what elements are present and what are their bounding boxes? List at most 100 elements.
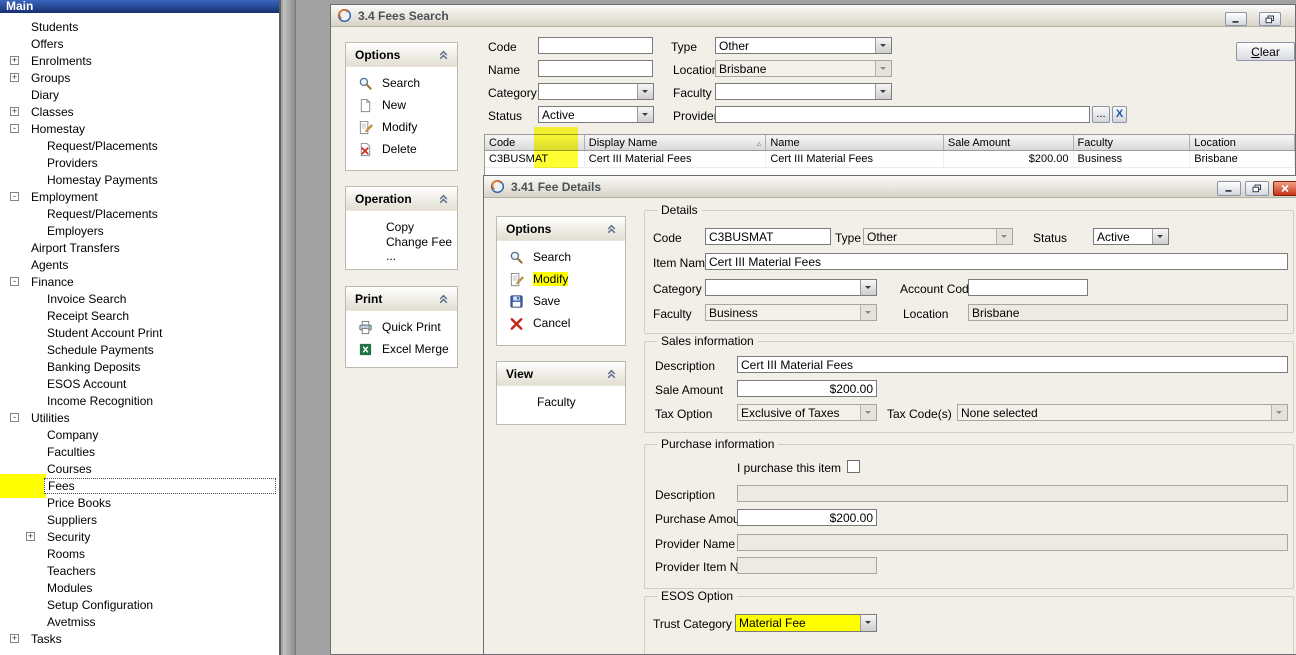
tax-option-select[interactable]: Exclusive of Taxes [737, 404, 877, 421]
grid-header-code[interactable]: Code [485, 135, 585, 150]
tree-item-finance[interactable]: -Finance [0, 273, 279, 290]
tree-item-schedule-payments[interactable]: Schedule Payments [0, 341, 279, 358]
options-panel-header[interactable]: Options [497, 217, 625, 241]
tree-item-receipt-search[interactable]: Receipt Search [0, 307, 279, 324]
tree-item-request-placements[interactable]: Request/Placements [0, 205, 279, 222]
tree-item-classes[interactable]: +Classes [0, 103, 279, 120]
tree-item-tasks[interactable]: +Tasks [0, 630, 279, 647]
provider-browse-button[interactable]: ... [1092, 106, 1110, 123]
tree-item-suppliers[interactable]: Suppliers [0, 511, 279, 528]
search-button[interactable]: Search [346, 72, 457, 94]
fee-details-titlebar[interactable]: 3.41 Fee Details [484, 176, 1296, 198]
provider-filter-input[interactable] [715, 106, 1090, 123]
new-button[interactable]: New [346, 94, 457, 116]
tree-item-banking-deposits[interactable]: Banking Deposits [0, 358, 279, 375]
tree-item-offers[interactable]: Offers [0, 35, 279, 52]
expand-icon[interactable]: + [10, 107, 19, 116]
grid-header-faculty[interactable]: Faculty [1074, 135, 1191, 150]
category-filter-select[interactable] [538, 83, 654, 100]
provider-clear-button[interactable]: X [1112, 106, 1127, 123]
chevron-down-icon[interactable] [996, 229, 1012, 244]
collapse-icon[interactable]: - [10, 192, 19, 201]
tree-item-esos-account[interactable]: ESOS Account [0, 375, 279, 392]
modify-button[interactable]: Modify [346, 116, 457, 138]
faculty-select[interactable]: Business [705, 304, 877, 321]
collapse-icon[interactable]: - [10, 413, 19, 422]
modify-button[interactable]: Modify [497, 268, 625, 290]
tree-item-teachers[interactable]: Teachers [0, 562, 279, 579]
grid-header-location[interactable]: Location [1190, 135, 1295, 150]
tree-item-diary[interactable]: Diary [0, 86, 279, 103]
tree-item-faculties[interactable]: Faculties [0, 443, 279, 460]
collapse-icon[interactable]: - [10, 124, 19, 133]
chevron-down-icon[interactable] [637, 84, 653, 99]
grid-header-display-name[interactable]: Display Name▵ [585, 135, 767, 150]
expand-icon[interactable]: + [10, 56, 19, 65]
name-filter-input[interactable] [538, 60, 653, 77]
purchase-amount-input[interactable] [737, 509, 877, 526]
type-filter-select[interactable]: Other [715, 37, 892, 54]
trust-category-select[interactable]: Material Fee [735, 614, 877, 632]
status-select[interactable]: Active [1093, 228, 1169, 245]
quick-print-button[interactable]: Quick Print [346, 316, 457, 338]
tree-item-price-books[interactable]: Price Books [0, 494, 279, 511]
tree-item-providers[interactable]: Providers [0, 154, 279, 171]
tree-item-company[interactable]: Company [0, 426, 279, 443]
search-button[interactable]: Search [497, 246, 625, 268]
location-input[interactable] [968, 304, 1288, 321]
type-select[interactable]: Other [863, 228, 1013, 245]
chevron-down-icon[interactable] [860, 305, 876, 320]
restore-button[interactable] [1259, 12, 1281, 26]
operation-panel-header[interactable]: Operation [346, 187, 457, 211]
provider-name-input[interactable] [737, 534, 1288, 551]
tree-item-employment[interactable]: -Employment [0, 188, 279, 205]
minimize-button[interactable] [1217, 181, 1241, 196]
save-button[interactable]: Save [497, 290, 625, 312]
sale-amount-input[interactable] [737, 380, 877, 397]
code-input[interactable] [705, 228, 831, 245]
tree-item-utilities[interactable]: -Utilities [0, 409, 279, 426]
chevron-down-icon[interactable] [875, 84, 891, 99]
grid-header-sale-amount[interactable]: Sale Amount [944, 135, 1074, 150]
account-code-input[interactable] [968, 279, 1088, 296]
chevron-down-icon[interactable] [860, 405, 876, 420]
collapse-icon[interactable]: - [10, 277, 19, 286]
tree-item-student-account-print[interactable]: Student Account Print [0, 324, 279, 341]
tax-codes-select[interactable]: None selected [957, 404, 1288, 421]
clear-button[interactable]: Clear [1236, 42, 1295, 61]
expand-icon[interactable]: + [10, 73, 19, 82]
tree-item-fees[interactable]: Fees [0, 477, 279, 494]
tree-item-airport-transfers[interactable]: Airport Transfers [0, 239, 279, 256]
category-select[interactable] [705, 279, 877, 296]
chevron-down-icon[interactable] [637, 107, 653, 122]
tree-item-students[interactable]: Students [0, 18, 279, 35]
options-panel-header[interactable]: Options [346, 43, 457, 67]
location-filter-select[interactable]: Brisbane [715, 60, 892, 77]
chevron-down-icon[interactable] [860, 280, 876, 295]
print-panel-header[interactable]: Print [346, 287, 457, 311]
tree-item-request-placements[interactable]: Request/Placements [0, 137, 279, 154]
chevron-up-icon[interactable] [436, 291, 451, 306]
tree-item-avetmiss[interactable]: Avetmiss [0, 613, 279, 630]
chevron-up-icon[interactable] [436, 191, 451, 206]
view-panel-header[interactable]: View [497, 362, 625, 386]
item-name-input[interactable] [705, 253, 1288, 270]
expand-icon[interactable]: + [26, 532, 35, 541]
chevron-down-icon[interactable] [875, 61, 891, 76]
tree-item-setup-configuration[interactable]: Setup Configuration [0, 596, 279, 613]
close-button[interactable] [1273, 181, 1296, 196]
tree-item-agents[interactable]: Agents [0, 256, 279, 273]
table-row[interactable]: C3BUSMATCert III Material FeesCert III M… [485, 151, 1295, 168]
status-filter-select[interactable]: Active [538, 106, 654, 123]
chevron-down-icon[interactable] [1271, 405, 1287, 420]
change-fee-button[interactable]: Change Fee ... [346, 238, 457, 260]
faculty-filter-select[interactable] [715, 83, 892, 100]
chevron-up-icon[interactable] [604, 366, 619, 381]
panel-splitter[interactable] [283, 0, 296, 655]
tree-item-homestay-payments[interactable]: Homestay Payments [0, 171, 279, 188]
code-filter-input[interactable] [538, 37, 653, 54]
chevron-up-icon[interactable] [604, 221, 619, 236]
tree-item-employers[interactable]: Employers [0, 222, 279, 239]
restore-button[interactable] [1245, 181, 1269, 196]
description-input[interactable] [737, 356, 1288, 373]
